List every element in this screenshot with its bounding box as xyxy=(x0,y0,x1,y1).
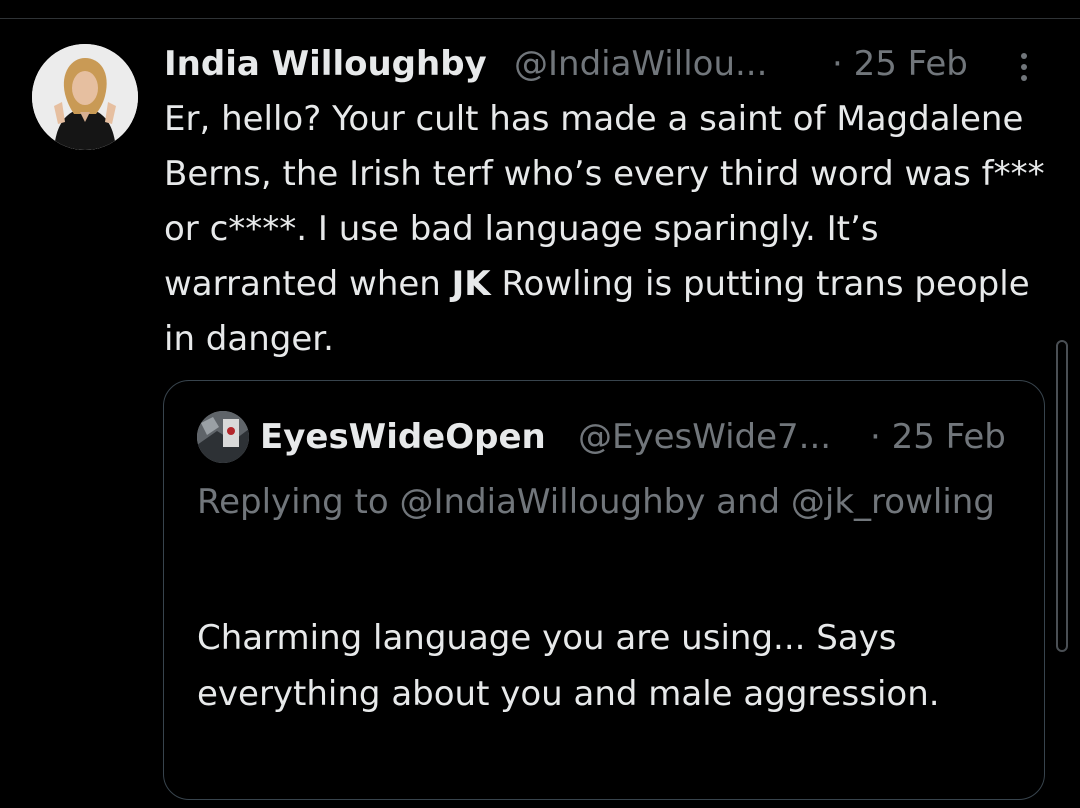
tweet-timestamp[interactable]: · 25 Feb xyxy=(832,40,968,88)
quoted-tweet-text: Charming language you are using... Says … xyxy=(197,618,940,714)
scrollbar[interactable] xyxy=(1056,340,1068,652)
author-avatar[interactable] xyxy=(32,44,138,150)
replying-to-line[interactable]: Replying to @IndiaWilloughby and @jk_row… xyxy=(197,474,1017,530)
quoted-tweet-card[interactable]: EyesWideOpen @EyesWide7... · 25 Feb Repl… xyxy=(163,380,1045,800)
tweet-text-bold: JK xyxy=(451,264,491,304)
avatar-photo-icon xyxy=(32,44,138,150)
author-display-name[interactable]: India Willoughby xyxy=(164,40,487,88)
top-divider xyxy=(0,18,1080,19)
tweet-header: India Willoughby @IndiaWillou... · 25 Fe… xyxy=(164,40,1044,90)
quoted-tweet-timestamp[interactable]: · 25 Feb xyxy=(870,413,1006,461)
tweet-text: Er, hello? Your cult has made a saint of… xyxy=(164,92,1054,367)
quoted-tweet-header: EyesWideOpen @EyesWide7... · 25 Feb xyxy=(260,413,1020,461)
more-vertical-icon[interactable] xyxy=(1014,50,1034,86)
author-handle[interactable]: @IndiaWillou... xyxy=(514,40,767,88)
quoted-author-handle[interactable]: @EyesWide7... xyxy=(578,413,831,461)
quoted-author-display-name[interactable]: EyesWideOpen xyxy=(260,413,546,461)
quoted-author-avatar[interactable] xyxy=(197,411,249,463)
avatar-photo-icon xyxy=(197,411,249,463)
